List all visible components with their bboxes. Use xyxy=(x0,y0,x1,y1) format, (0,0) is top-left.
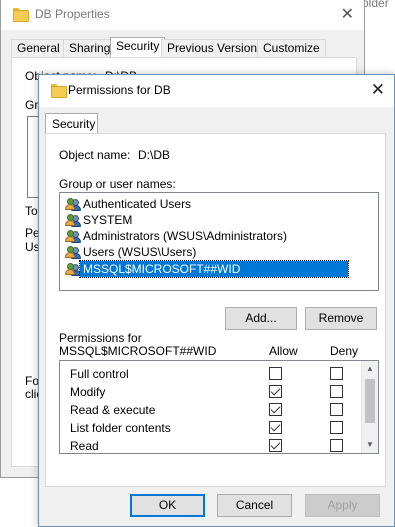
permissions-titlebar: Permissions for DB ✕ xyxy=(39,75,394,107)
tab-customize[interactable]: Customize xyxy=(257,39,326,57)
cancel-button[interactable]: Cancel xyxy=(217,494,292,517)
allow-checkbox[interactable] xyxy=(269,385,282,398)
permissions-list[interactable]: Full control Modify Read & execute List … xyxy=(59,360,379,454)
permission-name: Modify xyxy=(70,385,106,399)
users-icon xyxy=(65,262,81,276)
vertical-scrollbar[interactable]: ▲ ▼ xyxy=(361,361,378,453)
users-icon xyxy=(65,197,81,211)
user-name: Authenticated Users xyxy=(83,197,192,211)
allow-checkbox[interactable] xyxy=(269,421,282,434)
list-item[interactable]: Users (WSUS\Users) xyxy=(64,244,196,260)
remove-button[interactable]: Remove xyxy=(305,307,377,330)
user-list[interactable]: Authenticated Users SYSTEM Administrator… xyxy=(59,192,379,291)
permission-name: Read & execute xyxy=(70,403,156,417)
db-properties-title: DB Properties xyxy=(35,7,110,21)
scroll-up-icon[interactable]: ▲ xyxy=(362,361,378,377)
tab-previous-versions[interactable]: Previous Versions xyxy=(161,39,270,57)
permission-name: List folder contents xyxy=(70,421,171,435)
allow-checkbox[interactable] xyxy=(269,439,282,452)
allow-checkbox[interactable] xyxy=(269,403,282,416)
permission-name: Full control xyxy=(70,367,129,381)
deny-checkbox[interactable] xyxy=(330,403,343,416)
db-properties-titlebar: DB Properties ✕ xyxy=(1,0,364,30)
object-name-value: D:\DB xyxy=(138,148,171,162)
table-row: List folder contents xyxy=(60,419,360,437)
table-row: Read & execute xyxy=(60,401,360,419)
background-window-fragment: older xyxy=(365,0,395,12)
permission-name: Read xyxy=(70,439,99,453)
user-name: Administrators (WSUS\Administrators) xyxy=(83,229,288,243)
group-or-user-names-label: Group or user names: xyxy=(59,177,176,191)
users-icon xyxy=(65,213,81,227)
list-item[interactable]: SYSTEM xyxy=(64,212,132,228)
user-name: SYSTEM xyxy=(83,213,133,227)
deny-checkbox[interactable] xyxy=(330,367,343,380)
table-row: Read xyxy=(60,437,360,453)
folder-icon xyxy=(13,8,29,22)
folder-icon xyxy=(51,84,67,98)
users-icon xyxy=(65,229,81,243)
permissions-for-label: Permissions for xyxy=(59,331,142,345)
tab-security[interactable]: Security xyxy=(45,113,98,134)
table-row: Modify xyxy=(60,383,360,401)
bg-to-label: To xyxy=(25,204,38,218)
list-item[interactable]: Administrators (WSUS\Administrators) xyxy=(64,228,287,244)
allow-header: Allow xyxy=(269,344,298,358)
close-icon[interactable]: ✕ xyxy=(341,4,354,24)
allow-checkbox[interactable] xyxy=(269,367,282,380)
scroll-down-icon[interactable]: ▼ xyxy=(362,437,378,453)
permissions-dialog: Permissions for DB ✕ Security Object nam… xyxy=(38,74,395,527)
tab-security[interactable]: Security xyxy=(110,37,166,58)
permissions-for-principal: MSSQL$MICROSOFT##WID xyxy=(59,344,217,358)
list-item-selected[interactable]: MSSQL$MICROSOFT##WID xyxy=(79,260,349,278)
tab-general[interactable]: General xyxy=(11,39,66,57)
deny-header: Deny xyxy=(330,344,359,358)
permissions-title: Permissions for DB xyxy=(68,83,171,97)
deny-checkbox[interactable] xyxy=(330,385,343,398)
table-row: Full control xyxy=(60,365,360,383)
user-name: MSSQL$MICROSOFT##WID xyxy=(83,262,241,276)
user-name: Users (WSUS\Users) xyxy=(83,245,197,259)
add-button[interactable]: Add... xyxy=(225,307,297,330)
apply-button[interactable]: Apply xyxy=(305,494,380,517)
close-icon[interactable]: ✕ xyxy=(371,80,385,100)
deny-checkbox[interactable] xyxy=(330,421,343,434)
deny-checkbox[interactable] xyxy=(330,439,343,452)
scroll-thumb[interactable] xyxy=(365,379,375,423)
background-folder-text: older xyxy=(365,0,389,10)
object-name-label: Object name: xyxy=(59,148,131,162)
list-item[interactable]: Authenticated Users xyxy=(64,196,191,212)
users-icon xyxy=(65,245,81,259)
ok-button[interactable]: OK xyxy=(130,494,205,517)
tab-sharing[interactable]: Sharing xyxy=(63,39,117,57)
